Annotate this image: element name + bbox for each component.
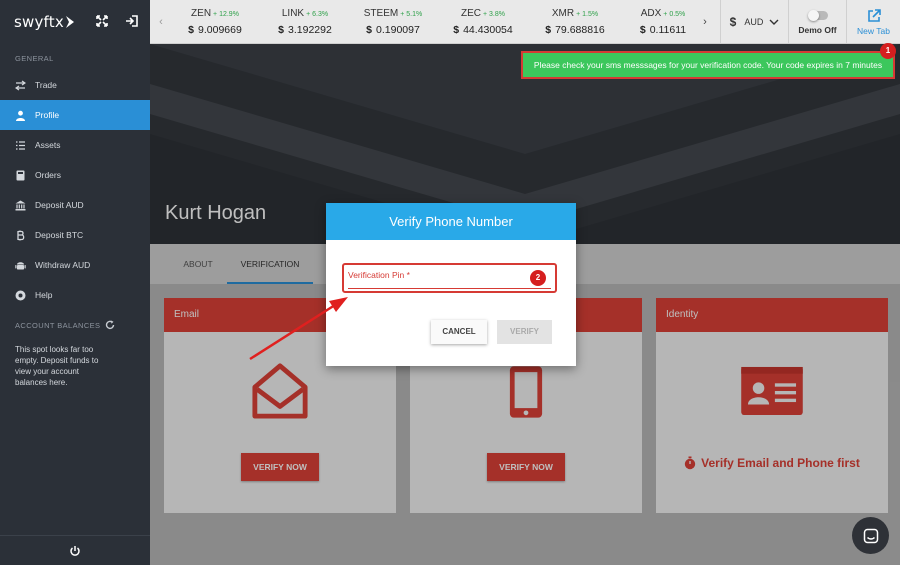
ticker-next-icon[interactable]: › [698, 0, 712, 44]
sms-notification-toast[interactable]: Please check your sms messsages for your… [521, 51, 895, 79]
ticker-price: 0.11611 [649, 24, 687, 36]
modal-title: Verify Phone Number [326, 203, 576, 240]
account-balances-label: ACCOUNT BALANCES [15, 320, 101, 330]
bitcoin-icon [15, 230, 26, 241]
verify-phone-modal: Verify Phone Number Verification Pin * 2… [326, 203, 576, 366]
general-label: GENERAL [15, 54, 54, 63]
power-button[interactable] [0, 535, 150, 565]
sidebar-item-trade[interactable]: Trade [0, 70, 150, 100]
ticker-prev-icon[interactable]: ‹ [154, 0, 168, 44]
ticker-change: + 3.8% [483, 11, 505, 18]
demo-switch[interactable] [807, 10, 828, 21]
ticker-currency-sign: $ [278, 24, 285, 36]
ticker-currency-sign: $ [188, 24, 195, 36]
new-tab-button[interactable]: New Tab [846, 0, 900, 44]
ticker-item[interactable]: STEEM + 5.1% $0.190097 [350, 0, 436, 44]
ticker-currency-sign: $ [366, 24, 373, 36]
sidebar-item-assets[interactable]: Assets [0, 130, 150, 160]
brand-logo-icon [65, 16, 74, 28]
ticker-change: + 5.1% [400, 11, 423, 18]
ticker-item[interactable]: LINK + 6.3% $3.192292 [262, 0, 348, 44]
ticker-symbol: LINK [281, 8, 305, 19]
swap-icon [15, 80, 26, 91]
android-icon [15, 260, 26, 271]
logout-icon[interactable] [125, 14, 139, 28]
help-icon [15, 290, 26, 301]
step-badge-2: 2 [530, 270, 546, 286]
sidebar-item-label: Trade [35, 80, 57, 90]
verification-pin-input[interactable] [348, 277, 551, 289]
demo-toggle[interactable]: Demo Off [788, 0, 846, 44]
currency-label: AUD [744, 17, 764, 27]
ticker-change: + 1.5% [576, 11, 599, 18]
user-icon [15, 110, 26, 121]
verify-button[interactable]: VERIFY [497, 320, 552, 344]
ticker-item[interactable]: XMR + 1.5% $79.688816 [532, 0, 618, 44]
empty-balances-message: This spot looks far too empty. Deposit f… [15, 345, 99, 387]
ticker-price: 44.430054 [463, 24, 513, 36]
sidebar-item-help[interactable]: Help [0, 280, 150, 310]
sidebar-item-label: Withdraw AUD [35, 260, 91, 270]
ticker-price: 79.688816 [555, 24, 605, 36]
external-link-icon [867, 9, 881, 22]
calculator-icon [15, 170, 26, 181]
chat-button[interactable] [852, 517, 889, 554]
sidebar-item-label: Orders [35, 170, 61, 180]
brand-name: swyftx [14, 13, 64, 31]
sidebar-item-orders[interactable]: Orders [0, 160, 150, 190]
chevron-down-icon [769, 19, 779, 25]
sidebar-item-profile[interactable]: Profile [0, 100, 150, 130]
ticker-bar: ‹ ZEN + 12.9% $9.009669 LINK + 6.3% $3.192… [150, 0, 900, 44]
sidebar-item-deposit-aud[interactable]: Deposit AUD [0, 190, 150, 220]
sidebar-item-label: Help [35, 290, 53, 300]
sidebar-item-label: Deposit AUD [35, 200, 84, 210]
chat-icon [863, 528, 878, 543]
sidebar-item-deposit-btc[interactable]: Deposit BTC [0, 220, 150, 250]
sidebar-item-withdraw-aud[interactable]: Withdraw AUD [0, 250, 150, 280]
sidebar: swyftx GENERAL Trade Profile Assets Orde… [0, 0, 150, 565]
refresh-icon[interactable] [105, 320, 115, 330]
new-tab-label: New Tab [857, 26, 890, 36]
ticker-item[interactable]: ZEN + 12.9% $9.009669 [172, 0, 258, 44]
ticker-item[interactable]: ZEC + 3.8% $44.430054 [440, 0, 526, 44]
ticker-price: 9.009669 [198, 24, 242, 36]
ticker-currency-sign: $ [545, 24, 552, 36]
ticker-currency-sign: $ [639, 24, 646, 36]
ticker-price: 3.192292 [288, 24, 332, 36]
ticker-change: + 0.5% [663, 11, 686, 18]
ticker-change: + 6.3% [306, 11, 329, 18]
ticker-symbol: ZEC [461, 8, 481, 19]
ticker-symbol: XMR [551, 8, 575, 19]
sidebar-item-label: Assets [35, 140, 61, 150]
ticker-price: 0.190097 [376, 24, 420, 36]
demo-label: Demo Off [798, 25, 837, 35]
sidebar-item-label: Profile [35, 110, 60, 120]
bank-icon [15, 200, 26, 211]
sidebar-item-label: Deposit BTC [35, 230, 84, 240]
currency-selector[interactable]: $ AUD [720, 0, 788, 44]
ticker-symbol: ADX [640, 8, 662, 19]
verification-pin-field[interactable]: Verification Pin * [342, 263, 557, 293]
ticker-change: + 12.9% [213, 11, 239, 18]
ticker-item[interactable]: ADX + 0.5% $0.11611 [624, 0, 702, 44]
step-badge-1: 1 [880, 43, 896, 59]
account-balances-header: ACCOUNT BALANCES [0, 318, 150, 332]
list-icon [15, 140, 26, 151]
power-icon [70, 545, 80, 556]
currency-sign: $ [729, 15, 737, 29]
ticker-symbol: ZEN [191, 8, 212, 19]
ticker-symbol: STEEM [363, 8, 399, 19]
ticker-currency-sign: $ [453, 24, 460, 36]
fullscreen-icon[interactable] [95, 14, 109, 28]
toast-message: Please check your sms messsages for your… [533, 60, 883, 70]
cancel-button[interactable]: CANCEL [431, 320, 487, 344]
